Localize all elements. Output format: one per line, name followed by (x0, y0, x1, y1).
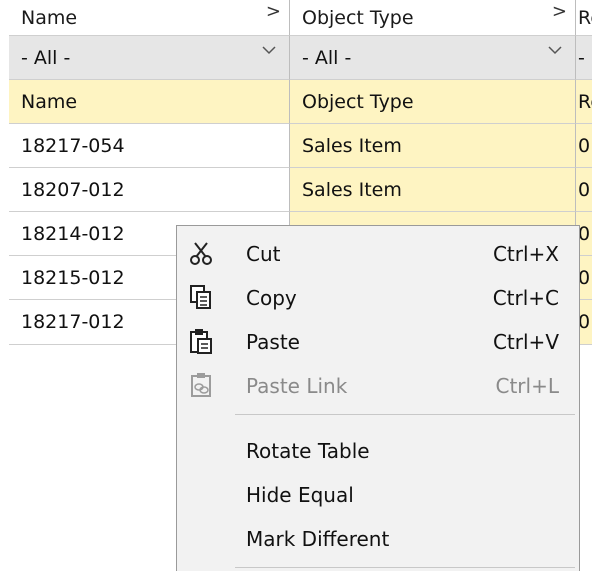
paste-icon (190, 329, 212, 354)
filter-value-third: - (578, 46, 585, 69)
attribute-cell-object-type-text: Object Type (302, 90, 414, 113)
table-header-row: Name > Object Type > Re (0, 0, 592, 36)
object-type-cell-text: Sales Item (302, 178, 402, 201)
menu-item-shortcut: Ctrl+C (492, 286, 559, 310)
scissors-icon (190, 242, 212, 265)
filter-value-object-type: - All - (302, 46, 352, 69)
third-cell-text: 0. (578, 311, 592, 333)
third-cell-text: 0. (578, 134, 592, 157)
menu-item-label: Paste (246, 330, 300, 354)
menu-separator (235, 414, 575, 415)
name-cell[interactable]: 18217-054 (9, 124, 290, 168)
attribute-cell-object-type[interactable]: Object Type (290, 80, 576, 124)
filter-row: - All - - All - - (0, 36, 592, 80)
attribute-name-row: Name Object Type Re (0, 80, 592, 124)
filter-dropdown-name[interactable]: - All - (9, 36, 290, 80)
menu-item-paste-link[interactable]: Paste Link Ctrl+L (177, 364, 579, 408)
menu-item-label: Copy (246, 286, 297, 310)
column-header-third[interactable]: Re (576, 0, 592, 36)
name-cell-text: 18217-054 (21, 134, 125, 157)
paste-link-icon (191, 373, 211, 397)
filter-dropdown-object-type[interactable]: - All - (290, 36, 576, 80)
object-type-cell[interactable]: Sales Item (290, 124, 576, 168)
menu-item-shortcut: Ctrl+X (492, 242, 559, 266)
column-header-name[interactable]: Name > (9, 0, 290, 36)
menu-item-hide-equal[interactable]: Hide Equal (177, 473, 579, 517)
menu-item-shortcut: Ctrl+V (492, 330, 559, 354)
third-cell[interactable]: 0. (576, 124, 592, 168)
menu-item-paste[interactable]: Paste Ctrl+V (177, 320, 579, 364)
name-cell-text: 18217-012 (21, 311, 125, 333)
menu-item-mark-different[interactable]: Mark Different (177, 517, 579, 561)
filter-value-name: - All - (21, 46, 71, 69)
name-cell-text: 18214-012 (21, 222, 125, 245)
third-cell-text: 0. (578, 222, 592, 245)
menu-item-label: Rotate Table (246, 439, 370, 463)
third-cell-text: 0. (578, 266, 592, 289)
name-cell-text: 18207-012 (21, 178, 125, 201)
table-row[interactable]: 18207-012 Sales Item 0. (0, 168, 592, 212)
filter-dropdown-third[interactable]: - (576, 36, 592, 80)
object-type-cell[interactable]: Sales Item (290, 168, 576, 212)
column-header-object-type[interactable]: Object Type > (290, 0, 576, 36)
table-row[interactable]: 18217-054 Sales Item 0. (0, 124, 592, 168)
menu-separator (235, 567, 575, 568)
third-cell[interactable]: 0. (576, 168, 592, 212)
attribute-cell-third-text: Re (578, 90, 592, 113)
menu-item-label: Mark Different (246, 527, 390, 551)
column-header-third-label: Re (578, 6, 592, 29)
name-cell-text: 18215-012 (21, 266, 125, 289)
menu-item-shortcut: Ctrl+L (495, 374, 560, 398)
attribute-cell-name[interactable]: Name (9, 80, 290, 124)
chevron-down-icon[interactable] (261, 44, 277, 56)
expand-arrow-icon[interactable]: > (552, 1, 567, 22)
attribute-cell-third[interactable]: Re (576, 80, 592, 124)
copy-icon (190, 285, 211, 309)
object-type-cell-text: Sales Item (302, 134, 402, 157)
column-header-object-type-label: Object Type (302, 6, 414, 29)
chevron-down-icon[interactable] (547, 44, 563, 56)
expand-arrow-icon[interactable]: > (266, 1, 281, 22)
menu-item-label: Hide Equal (246, 483, 354, 507)
menu-item-rotate-table[interactable]: Rotate Table (177, 429, 579, 473)
menu-item-cut[interactable]: Cut Ctrl+X (177, 232, 579, 276)
attribute-cell-name-text: Name (21, 90, 78, 113)
context-menu: Cut Ctrl+X Copy Ctrl+C Paste Ctrl+V Past… (176, 225, 580, 571)
name-cell[interactable]: 18207-012 (9, 168, 290, 212)
menu-item-label: Cut (246, 242, 281, 266)
column-header-name-label: Name (21, 6, 78, 29)
third-cell-text: 0. (578, 178, 592, 201)
menu-item-label: Paste Link (246, 374, 348, 398)
menu-item-copy[interactable]: Copy Ctrl+C (177, 276, 579, 320)
